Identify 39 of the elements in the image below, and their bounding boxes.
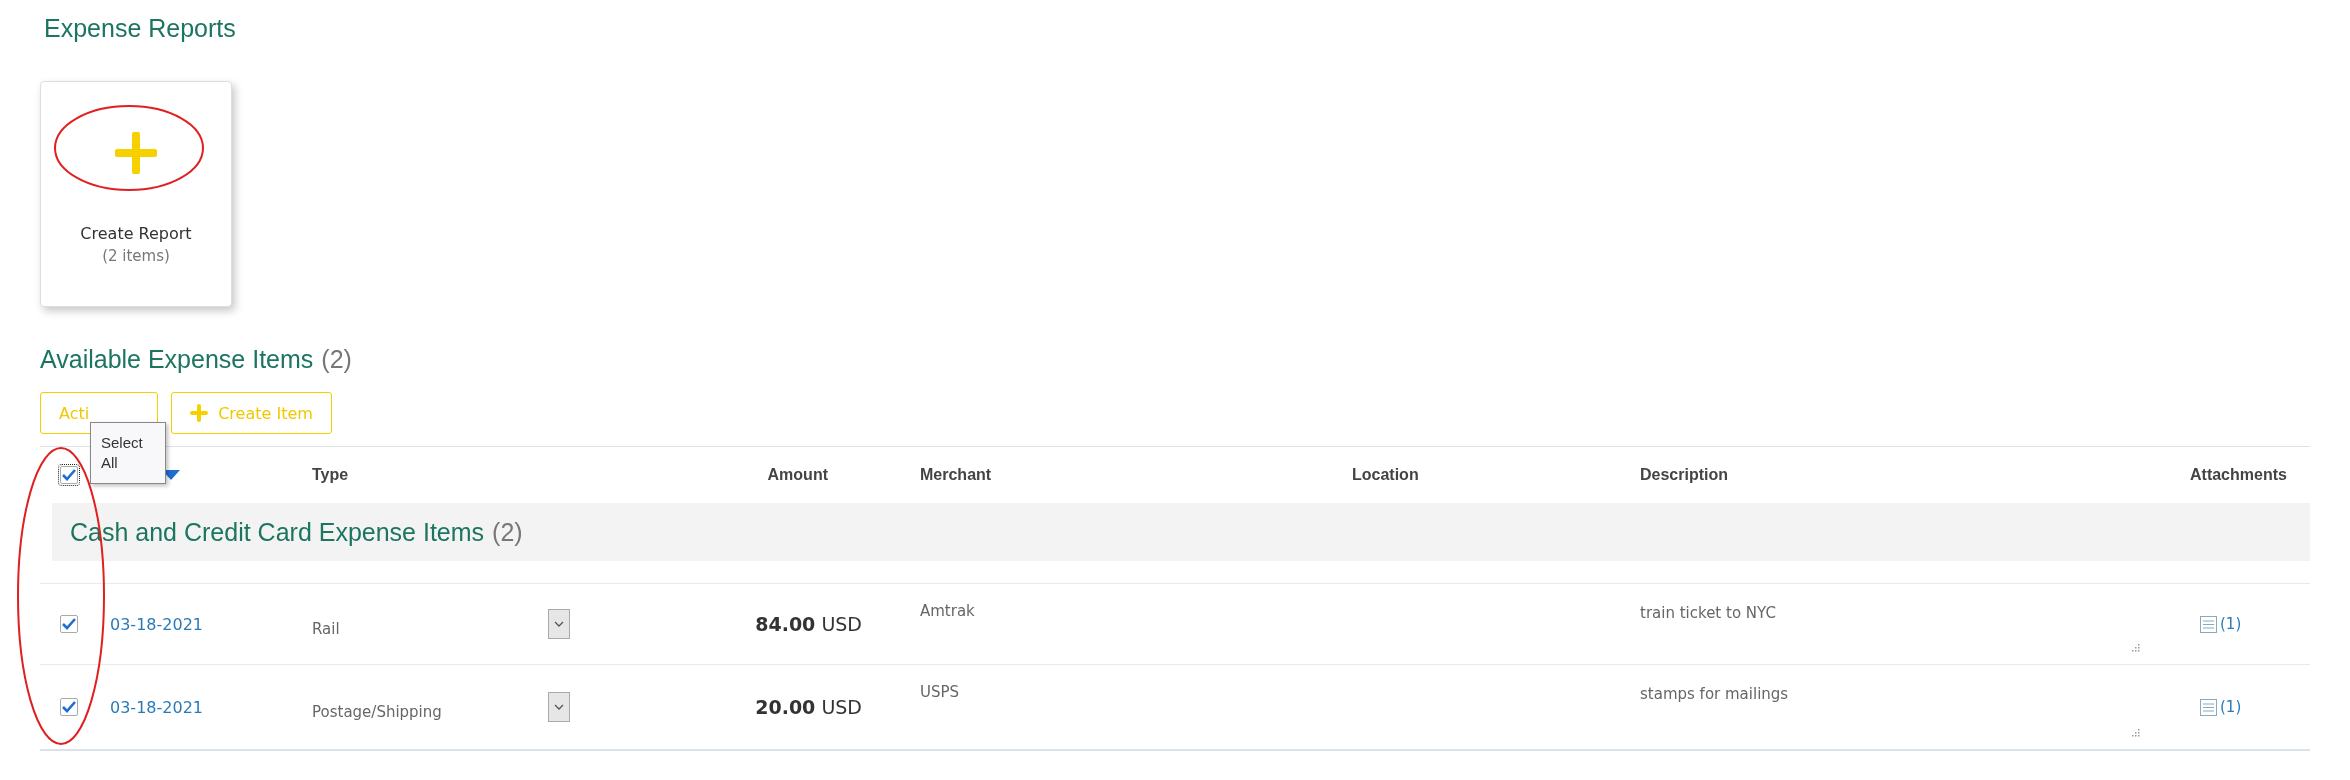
merchant-cell-text: USPS [920, 682, 961, 701]
group-count: (2) [492, 517, 523, 547]
create-report-tile[interactable]: Create Report (2 items) [40, 81, 232, 307]
checkbox[interactable] [60, 698, 78, 716]
column-header[interactable]: Amount [767, 466, 920, 484]
plus-icon [115, 132, 157, 174]
tile-count: (2 items) [102, 247, 170, 265]
description-cell: stamps for mailings [1640, 685, 1789, 703]
column-header[interactable]: Merchant [920, 466, 1352, 484]
checkbox[interactable] [60, 615, 78, 633]
date-link[interactable]: 03-18-2021 [110, 697, 312, 717]
page-title: Expense Reports [44, 14, 236, 43]
checkbox[interactable] [60, 466, 78, 484]
plus-icon [190, 404, 209, 422]
merchant-cell-text: Amtrak [920, 601, 976, 620]
dropdown-button[interactable] [548, 692, 570, 722]
chevron-icon [554, 704, 564, 710]
attachment-count-link[interactable]: (1) [2220, 698, 2242, 716]
attachment-count-link[interactable]: (1) [2220, 615, 2242, 633]
dropdown-button[interactable] [548, 609, 570, 639]
tooltip: Select All [90, 422, 166, 484]
column-header[interactable]: Type [312, 466, 608, 484]
column-header[interactable]: Description [1640, 466, 2190, 484]
section-count: (2) [321, 345, 352, 374]
resize-grip-icon[interactable] [2132, 644, 2140, 652]
document-icon[interactable] [2200, 615, 2217, 633]
tile-label: Create Report [80, 224, 192, 243]
type-cell-text: Postage/Shipping [312, 702, 443, 721]
amount-cell-text: 84.00 USD [755, 613, 863, 635]
description-cell: train ticket to NYC [1640, 604, 1776, 622]
column-header[interactable]: Attachments [2190, 466, 2310, 484]
column-header[interactable]: Location [1352, 466, 1640, 484]
chevron-icon [554, 621, 564, 627]
amount-cell-text: 20.00 USD [755, 696, 863, 718]
resize-grip-icon[interactable] [2132, 729, 2140, 737]
section-title: Available Expense Items [40, 345, 314, 374]
document-icon[interactable] [2200, 698, 2217, 716]
type-cell-text: Rail [312, 619, 341, 638]
date-link[interactable]: 03-18-2021 [110, 614, 312, 634]
